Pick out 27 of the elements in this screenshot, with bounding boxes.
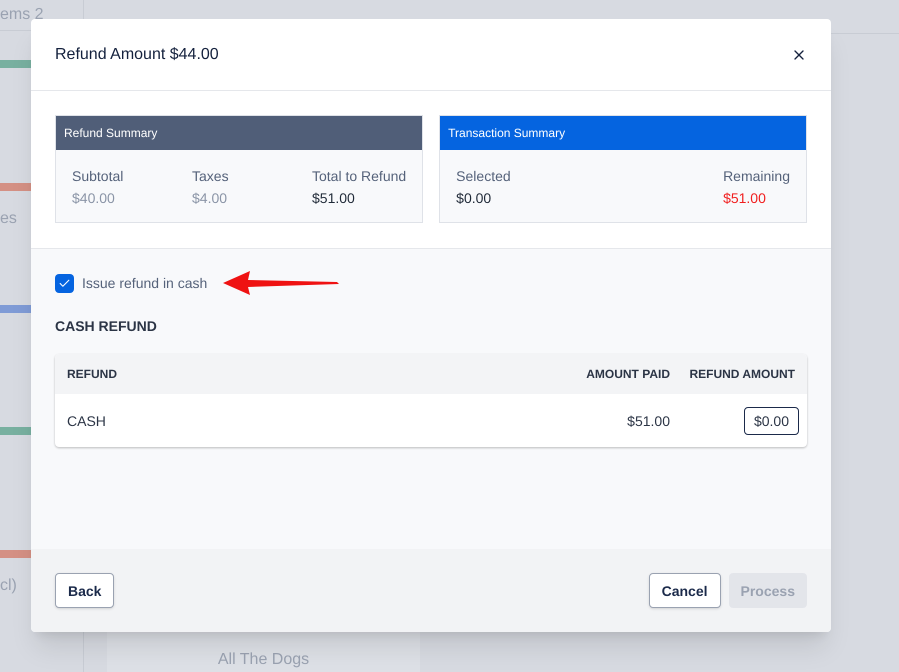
summary-label: Remaining (723, 167, 790, 186)
refund-amount-field[interactable]: $0.00 (744, 406, 799, 434)
summary-header: Transaction Summary (440, 116, 806, 150)
summary-value: $51.00 (312, 189, 356, 208)
cash-checkbox[interactable] (55, 274, 74, 292)
dialog-button[interactable]: Back (55, 573, 114, 608)
summary-value: $0.00 (456, 189, 492, 208)
summary-label: Taxes (192, 167, 230, 186)
section-title: CASH REFUND (55, 317, 158, 336)
panel-text: All The Dogs (218, 650, 310, 670)
summary-label: Subtotal (72, 167, 124, 186)
summary-label: Selected (456, 167, 511, 186)
column-header: AMOUNT PAID (585, 366, 670, 382)
table-cell-text: $51.00 (626, 412, 670, 430)
checkbox-label: Issue refund in cash (82, 274, 208, 293)
dialog-title: Refund Amount $44.00 (55, 44, 219, 64)
check-icon (58, 276, 71, 290)
column-header: REFUND (67, 366, 118, 382)
side-label: es (0, 208, 18, 229)
summary-value: $40.00 (72, 189, 116, 208)
column-header: REFUND AMOUNT (688, 366, 795, 382)
summary-value: $4.00 (192, 189, 228, 208)
dialog-button[interactable]: Cancel (648, 573, 721, 608)
summary-header: Refund Summary (56, 116, 422, 150)
summary-label: Total to Refund (312, 167, 406, 186)
summary-value: $51.00 (723, 189, 767, 208)
table-cell-text: CASH (67, 412, 107, 430)
